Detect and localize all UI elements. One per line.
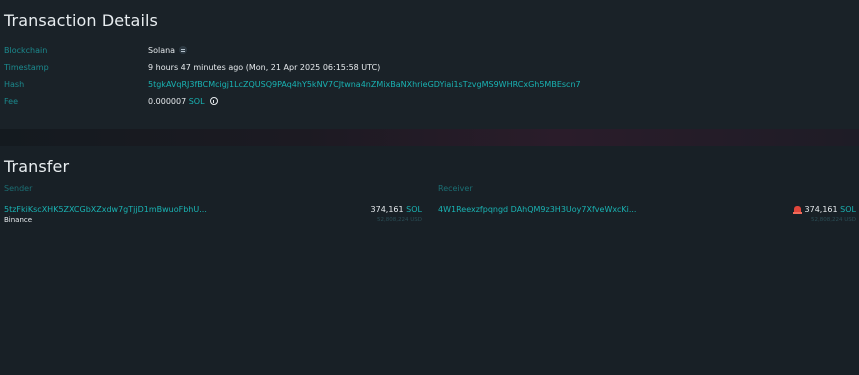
- timestamp-value: 9 hours 47 minutes ago (Mon, 21 Apr 2025…: [148, 63, 381, 72]
- sender-amount-value: 374,161: [370, 205, 404, 214]
- receiver-label: Receiver: [438, 184, 473, 193]
- timestamp-label: Timestamp: [4, 63, 49, 72]
- section-divider-band: [0, 129, 859, 146]
- receiver-amount-value: 374,161: [804, 205, 838, 214]
- sender-address-link[interactable]: 5tzFkiKscXHK5ZXCGbXZxdw7gTjjD1mBwuoFbhU.…: [4, 205, 207, 214]
- alarm-icon: [792, 206, 802, 214]
- transfer-section: [0, 146, 859, 375]
- fee-label: Fee: [4, 97, 19, 106]
- sender-usd-value: 52,808,224 USD: [377, 217, 422, 223]
- fee-unit: SOL: [188, 97, 205, 106]
- receiver-usd-value: 52,808,224 USD: [811, 217, 856, 223]
- receiver-amount-unit: SOL: [840, 205, 856, 214]
- blockchain-label: Blockchain: [4, 46, 48, 55]
- solana-logo-icon: [179, 46, 188, 54]
- sender-label: Sender: [4, 184, 33, 193]
- receiver-amount: 374,161 SOL: [792, 205, 856, 214]
- fee-amount: 0.000007: [148, 97, 187, 106]
- info-icon[interactable]: [209, 97, 218, 105]
- transaction-details-title: Transaction Details: [4, 11, 158, 30]
- fee-value: 0.000007 SOL: [148, 97, 218, 106]
- sender-amount: 374,161 SOL: [371, 205, 422, 214]
- receiver-address-link[interactable]: 4W1Reexzfpqngd DAhQM9z3H3Uoy7XfveWxcKi..…: [438, 205, 636, 214]
- sender-amount-unit: SOL: [406, 205, 422, 214]
- sender-entity: Binance: [4, 216, 33, 224]
- transaction-page: Transaction Details Blockchain Solana Ti…: [0, 0, 859, 375]
- hash-link[interactable]: 5tgkAVqRJ3fBCMcigj1LcZQUSQ9PAq4hY5kNV7CJ…: [148, 80, 581, 89]
- blockchain-value: Solana: [148, 46, 188, 55]
- blockchain-name: Solana: [148, 46, 176, 55]
- transfer-title: Transfer: [4, 157, 70, 176]
- hash-label: Hash: [4, 80, 25, 89]
